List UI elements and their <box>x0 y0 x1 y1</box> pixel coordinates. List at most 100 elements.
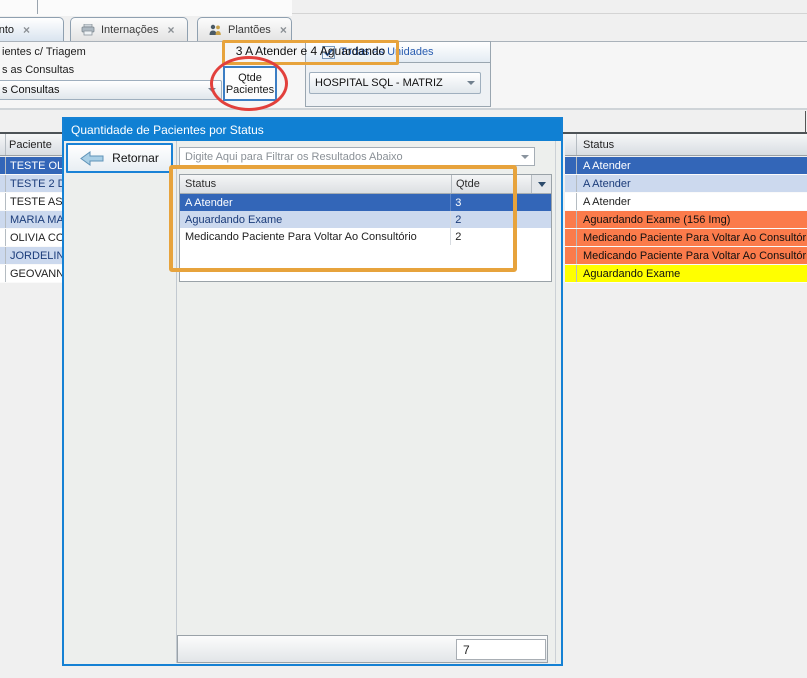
todas-unidades-checkbox[interactable] <box>322 46 335 59</box>
table-row[interactable]: TESTE OLIVI <box>0 157 62 175</box>
qtde-button-line2: Pacientes <box>226 84 274 96</box>
status-badge: Medicando Paciente Para Voltar Ao Consul… <box>577 232 807 244</box>
close-icon[interactable]: × <box>23 23 30 37</box>
table-row[interactable]: TESTE ASDA <box>0 193 62 211</box>
row-indicator <box>565 247 577 264</box>
printer-icon <box>81 24 95 36</box>
row-indicator <box>565 265 577 282</box>
band-bottom-line <box>0 108 807 110</box>
qtde-pacientes-dialog: Quantidade de Pacientes por Status Retor… <box>62 117 563 666</box>
patients-grid: TESTE OLIVI TESTE 2 DO TESTE ASDA MARIA … <box>0 157 62 283</box>
dialog-panel-right-line <box>555 141 556 663</box>
table-row[interactable]: Aguardando Exame 2 <box>180 211 551 228</box>
patient-name: TESTE ASDA <box>6 196 62 208</box>
status-cell: Medicando Paciente Para Voltar Ao Consul… <box>180 228 451 245</box>
table-row[interactable]: A Atender <box>565 157 807 175</box>
patient-name: TESTE 2 DO <box>6 178 62 190</box>
dialog-filter-combobox[interactable]: Digite Aqui para Filtrar os Resultados A… <box>179 147 535 166</box>
top-strip <box>0 0 292 16</box>
tab-label: Internações <box>101 24 158 36</box>
people-icon <box>208 24 222 36</box>
patient-name: JORDELINO <box>6 250 62 262</box>
table-row[interactable]: A Atender <box>565 175 807 193</box>
status-cell: A Atender <box>180 194 451 211</box>
table-row[interactable]: JORDELINO <box>0 247 62 265</box>
column-header-label: Status <box>577 139 614 151</box>
top-strip-line <box>292 13 807 14</box>
dialog-title: Quantidade de Pacientes por Status <box>71 123 264 137</box>
unit-combobox[interactable]: HOSPITAL SQL - MATRIZ <box>309 72 481 94</box>
qtde-pacientes-button[interactable]: Qtde Pacientes <box>223 66 277 101</box>
table-row[interactable]: A Atender 3 <box>180 194 551 211</box>
patient-name: GEOVANNA <box>6 268 62 280</box>
tab-label: imento <box>0 24 14 36</box>
patient-name: OLIVIA COS <box>6 232 62 244</box>
retornar-button[interactable]: Retornar <box>66 143 173 173</box>
panel-right-edge <box>805 111 806 134</box>
status-badge: A Atender <box>577 160 631 172</box>
table-row[interactable]: Medicando Paciente Para Voltar Ao Consul… <box>565 229 807 247</box>
chevron-down-icon <box>467 81 475 85</box>
consultas-combobox[interactable]: s Consultas <box>0 80 222 100</box>
row-indicator <box>565 157 577 174</box>
status-cell: Aguardando Exame <box>180 211 451 228</box>
table-row[interactable]: Aguardando Exame (156 Img) <box>565 211 807 229</box>
label-consultas: s as Consultas <box>2 64 74 76</box>
todas-unidades-row[interactable]: Todas as Unidades <box>305 41 491 63</box>
status-badge: A Atender <box>577 178 631 190</box>
label-triagem: ientes c/ Triagem <box>2 46 86 58</box>
table-header-row: Status Qtde <box>180 175 551 194</box>
todas-unidades-label: Todas as Unidades <box>340 46 434 58</box>
status-header-cell[interactable]: Status <box>180 175 452 193</box>
total-count-box: 7 <box>456 639 546 660</box>
checkmark-icon <box>323 47 334 58</box>
row-indicator <box>565 229 577 246</box>
row-indicator-column <box>565 134 577 155</box>
status-badge: Aguardando Exame (156 Img) <box>577 214 730 226</box>
paciente-column-header[interactable]: Paciente <box>0 134 62 156</box>
arrow-left-icon <box>80 151 104 166</box>
table-row[interactable]: MARIA MARI <box>0 211 62 229</box>
column-filter-button[interactable] <box>531 175 551 193</box>
column-header-label: Paciente <box>6 139 52 151</box>
retornar-label: Retornar <box>112 151 159 165</box>
qtde-header-cell[interactable]: Qtde <box>452 175 531 193</box>
close-icon[interactable]: × <box>167 23 174 37</box>
combo-value: s Consultas <box>2 84 59 96</box>
status-badge: A Atender <box>577 196 631 208</box>
qtde-cell: 2 <box>451 211 551 228</box>
table-row[interactable]: Aguardando Exame <box>565 265 807 283</box>
status-badge: Aguardando Exame <box>577 268 680 280</box>
top-strip-divider <box>37 0 38 14</box>
tab-plantoes[interactable]: Plantões × <box>197 17 292 42</box>
tab-label: Plantões <box>228 24 271 36</box>
combo-value: HOSPITAL SQL - MATRIZ <box>315 77 443 89</box>
dialog-title-bar[interactable]: Quantidade de Pacientes por Status <box>64 119 561 141</box>
row-indicator <box>565 211 577 228</box>
close-icon[interactable]: × <box>280 23 287 37</box>
table-row[interactable]: Medicando Paciente Para Voltar Ao Consul… <box>565 247 807 265</box>
tab-atendimento[interactable]: imento × <box>0 17 64 42</box>
table-row[interactable]: A Atender <box>565 193 807 211</box>
app-window: imento × Internações × Plantões × ientes… <box>0 0 807 678</box>
qtde-cell: 3 <box>451 194 551 211</box>
status-badge: Medicando Paciente Para Voltar Ao Consul… <box>577 250 807 262</box>
dialog-panel-divider <box>176 141 177 663</box>
row-indicator <box>565 175 577 192</box>
status-column-header[interactable]: Status <box>565 134 807 156</box>
table-row[interactable]: TESTE 2 DO <box>0 175 62 193</box>
row-indicator <box>565 193 577 210</box>
table-row[interactable]: Medicando Paciente Para Voltar Ao Consul… <box>180 228 551 245</box>
status-grid: A Atender A Atender A Atender Aguardando… <box>565 157 807 283</box>
patient-name: MARIA MARI <box>6 214 62 226</box>
qtde-button-line1: Qtde <box>238 72 262 84</box>
chevron-down-icon <box>208 88 216 92</box>
filter-dropdown-icon <box>538 182 546 187</box>
patient-name: TESTE OLIVI <box>6 160 62 172</box>
qtde-cell: 2 <box>451 228 551 245</box>
chevron-down-icon <box>521 155 529 159</box>
table-row[interactable]: OLIVIA COS <box>0 229 62 247</box>
dialog-footer-bar: 7 <box>177 635 548 663</box>
table-row[interactable]: GEOVANNA <box>0 265 62 283</box>
tab-internacoes[interactable]: Internações × <box>70 17 188 42</box>
